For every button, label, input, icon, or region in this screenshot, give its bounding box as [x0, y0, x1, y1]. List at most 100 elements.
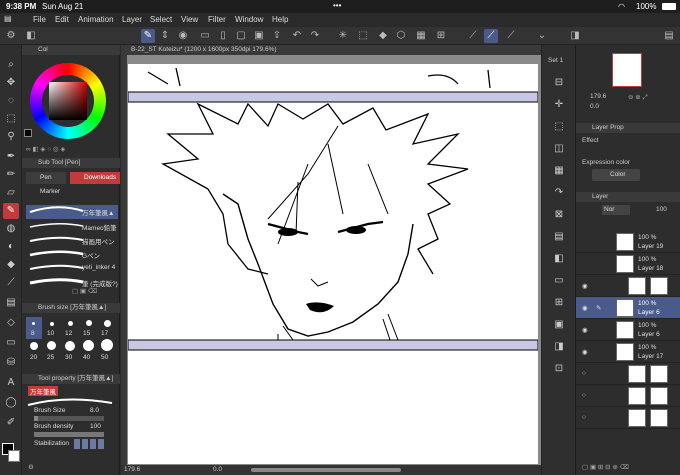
layer-row[interactable]: ○	[576, 363, 680, 385]
expand-icon[interactable]: ⇕	[158, 29, 172, 43]
undo-icon[interactable]: ↶	[290, 29, 304, 43]
multitask-dots[interactable]: •••	[333, 1, 341, 10]
eye-icon[interactable]: ○	[582, 392, 586, 399]
brush-name-2[interactable]: Mameo鉛筆	[82, 222, 118, 232]
grid-snap-icon[interactable]: ⟋	[504, 29, 518, 43]
layer-row[interactable]: 100 % Layer 18	[576, 253, 680, 275]
quick-access-icon-14[interactable]: ⊡	[551, 361, 567, 377]
sub-color-swatch[interactable]	[8, 450, 20, 462]
blend-tool-icon[interactable]: ◐	[3, 239, 19, 255]
color-panel-header[interactable]: Col	[22, 45, 120, 55]
menu-edit[interactable]: Edit	[55, 15, 69, 24]
brush-name-1[interactable]: 万年筆風▲	[82, 207, 118, 217]
export-icon[interactable]: ⇪	[270, 29, 284, 43]
fill-tool-icon[interactable]: ◆	[3, 257, 19, 273]
airbrush-tool-icon[interactable]: ◍	[3, 221, 19, 237]
brush-size-40[interactable]: 40	[83, 354, 90, 361]
menu-select[interactable]: Select	[150, 15, 172, 24]
select-tool-icon[interactable]: ⬚	[3, 111, 19, 127]
sub-tool-actions[interactable]: ▢ ▣ ⌫	[72, 287, 97, 295]
set-label[interactable]: Set 1	[548, 57, 563, 64]
ruler-tool-icon[interactable]: ⟋	[3, 275, 19, 291]
layer-row[interactable]: ○	[576, 407, 680, 429]
pen-tool-icon[interactable]: ✒	[3, 149, 19, 165]
expression-color-select[interactable]: Color	[592, 169, 640, 181]
eye-icon[interactable]: ○	[582, 370, 586, 377]
eraser-tool-icon[interactable]: ▱	[3, 185, 19, 201]
text-tool-icon[interactable]: A	[3, 375, 19, 391]
eye-icon[interactable]: ◉	[582, 348, 588, 356]
menu-animation[interactable]: Animation	[78, 15, 114, 24]
quick-access-icon-12[interactable]: ▣	[551, 317, 567, 333]
quick-access-icon-4[interactable]: ◫	[551, 141, 567, 157]
pencil-tool-icon[interactable]: ✏	[3, 167, 19, 183]
layer-row[interactable]: ◉	[576, 275, 680, 297]
layer-panel-header[interactable]: Layer	[576, 192, 680, 202]
document-tab[interactable]: B-22_ST Koteizu* (1200 x 1600px 350dpi 1…	[121, 45, 541, 55]
brush-name-5[interactable]: yeti_inker 4	[82, 264, 118, 271]
quick-access-icon-13[interactable]: ◨	[551, 339, 567, 355]
chevron-down-icon[interactable]: ⌄	[535, 29, 549, 43]
tab-downloads[interactable]: Downloads	[70, 172, 120, 184]
quick-access-icon-6[interactable]: ↷	[551, 185, 567, 201]
quick-access-icon-8[interactable]: ▤	[551, 229, 567, 245]
layer-property-header[interactable]: Layer Prop	[576, 123, 680, 133]
navigator-zoom[interactable]: 179.6	[590, 93, 606, 100]
redo-icon[interactable]: ↷	[308, 29, 322, 43]
settings-icon[interactable]: ⚙	[4, 29, 18, 43]
eye-icon[interactable]: ◉	[582, 282, 588, 290]
layer-row[interactable]: ◉ 100 % Layer 6	[576, 319, 680, 341]
ruler-snap-icon[interactable]: ⟋	[466, 29, 480, 43]
document-canvas[interactable]	[127, 64, 539, 464]
deselect-icon[interactable]: ✳	[336, 29, 350, 43]
layer-row-selected[interactable]: ◉ ✎ 100 % Layer 6	[576, 297, 680, 319]
brush-size-17[interactable]: 17	[101, 330, 108, 337]
figure-tool-icon[interactable]: ◇	[3, 315, 19, 331]
brush-size-8[interactable]: 8	[31, 330, 35, 337]
quick-access-icon-2[interactable]: ✛	[551, 97, 567, 113]
brush-size-header[interactable]: Brush size [万年筆風▲]	[22, 303, 120, 313]
menu-layer[interactable]: Layer	[122, 15, 142, 24]
eyedropper-tool-icon[interactable]: ⚲	[3, 129, 19, 145]
brush-name-4[interactable]: Gペン	[82, 250, 118, 260]
quick-access-icon-5[interactable]: ▦	[551, 163, 567, 179]
layer-row[interactable]: ○	[576, 385, 680, 407]
brush-size-50[interactable]: 50	[101, 354, 108, 361]
navigator-preview[interactable]	[612, 53, 642, 87]
save-icon[interactable]: ▣	[252, 29, 266, 43]
brush-size-20[interactable]: 20	[30, 354, 37, 361]
blend-mode-select[interactable]: Nor	[602, 205, 630, 215]
brush-size-slider[interactable]	[34, 416, 104, 421]
special-ruler-icon[interactable]: ⟋	[484, 29, 498, 43]
transform-icon[interactable]: ⬡	[394, 29, 408, 43]
tab-marker[interactable]: Marker	[26, 186, 76, 198]
brush-name-3[interactable]: 描画用ペン	[82, 236, 118, 246]
correction-tool-icon[interactable]: ✐	[3, 415, 19, 431]
eye-icon[interactable]: ◉	[582, 304, 588, 312]
vertical-scrollbar[interactable]	[121, 55, 127, 465]
menu-window[interactable]: Window	[235, 15, 263, 24]
move-tool-icon[interactable]: ✥	[3, 75, 19, 91]
brush-size-10[interactable]: 10	[47, 330, 54, 337]
app-menu-icon[interactable]: ▤	[4, 14, 12, 23]
zoom-value[interactable]: 179.6	[124, 466, 140, 473]
frame-tool-icon[interactable]: ▭	[3, 335, 19, 351]
quick-access-icon-9[interactable]: ◧	[551, 251, 567, 267]
gradient-tool-icon[interactable]: ▤	[3, 295, 19, 311]
rotation-value[interactable]: 0.0	[213, 466, 222, 473]
layer-row[interactable]: ◉ 100 % Layer 17	[576, 341, 680, 363]
brush-tool-icon[interactable]: ✎	[3, 203, 19, 219]
menu-help[interactable]: Help	[272, 15, 288, 24]
close-panel-icon[interactable]: ▤	[662, 29, 676, 43]
navigator-controls[interactable]: ⊖ ⊕ ⤢	[628, 93, 648, 102]
quick-access-icon-3[interactable]: ⬚	[551, 119, 567, 135]
navigator-angle[interactable]: 0.0	[590, 103, 599, 110]
brush-size-30[interactable]: 30	[65, 354, 72, 361]
quick-access-icon-1[interactable]: ⊟	[551, 75, 567, 91]
bucket-tool-icon[interactable]: ⛁	[3, 355, 19, 371]
tool-property-settings-icon[interactable]: ⚙	[28, 463, 34, 471]
quick-access-icon-10[interactable]: ▭	[551, 273, 567, 289]
eye-icon[interactable]: ○	[582, 414, 586, 421]
layer-opacity-value[interactable]: 100	[656, 206, 667, 213]
snap-icon[interactable]: ⊞	[434, 29, 448, 43]
